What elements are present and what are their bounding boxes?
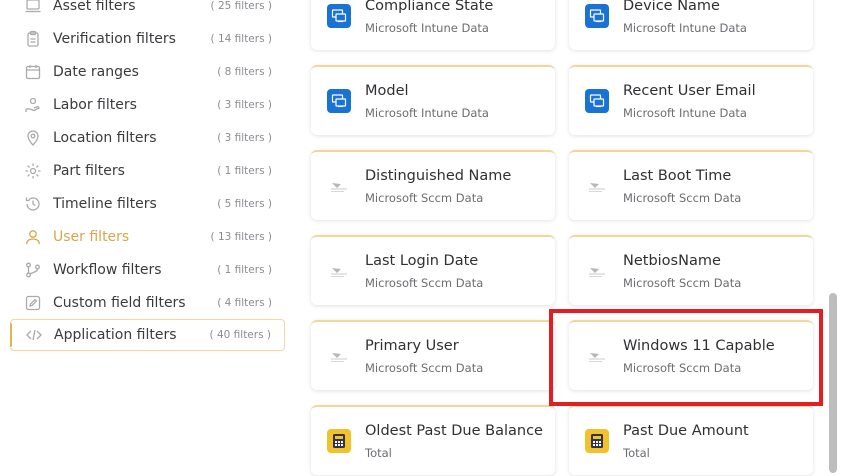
card-source: Total [365, 446, 392, 460]
card-title: Oldest Past Due Balance [365, 423, 543, 439]
sidebar-item-labor-filters[interactable]: Labor filters ( 3 filters ) [10, 89, 285, 121]
sccm-icon [327, 259, 351, 283]
location-pin-icon [24, 129, 42, 147]
edit-icon [24, 294, 42, 312]
filter-category-sidebar: Asset filters ( 25 filters ) Verificatio… [0, 0, 300, 476]
filter-card-last-boot-time[interactable]: Last Boot Time Microsoft Sccm Data [569, 150, 813, 220]
sidebar-item-asset-filters[interactable]: Asset filters ( 25 filters ) [10, 0, 285, 22]
card-title: Compliance State [365, 0, 494, 14]
filter-card-past-due-amount[interactable]: Past Due Amount Total [569, 405, 813, 475]
sidebar-item-label: User filters [53, 229, 130, 245]
sidebar-item-label: Part filters [53, 163, 125, 179]
card-source: Microsoft Sccm Data [365, 191, 484, 205]
sidebar-item-label: Workflow filters [53, 262, 162, 278]
sidebar-item-count: ( 13 filters ) [210, 231, 272, 243]
sidebar-item-timeline-filters[interactable]: Timeline filters ( 5 filters ) [10, 188, 285, 220]
filter-card-recent-user-email[interactable]: Recent User Email Microsoft Intune Data [569, 65, 813, 135]
calendar-icon [24, 63, 42, 81]
filter-card-compliance-state[interactable]: Compliance State Microsoft Intune Data [311, 0, 555, 50]
sidebar-item-count: ( 8 filters ) [217, 66, 272, 78]
sccm-icon [327, 344, 351, 368]
gear-icon [24, 162, 42, 180]
sidebar-item-count: ( 25 filters ) [210, 0, 272, 12]
sidebar-item-count: ( 5 filters ) [217, 198, 272, 210]
sidebar-item-location-filters[interactable]: Location filters ( 3 filters ) [10, 122, 285, 154]
sidebar-item-custom-field-filters[interactable]: Custom field filters ( 4 filters ) [10, 287, 285, 319]
card-title: Last Login Date [365, 253, 479, 269]
filter-card-model[interactable]: Model Microsoft Intune Data [311, 65, 555, 135]
card-source: Microsoft Sccm Data [365, 276, 484, 290]
history-icon [24, 195, 42, 213]
scrollbar-thumb[interactable] [829, 293, 837, 473]
filter-card-last-login-date[interactable]: Last Login Date Microsoft Sccm Data [311, 235, 555, 305]
sidebar-item-count: ( 4 filters ) [217, 297, 272, 309]
card-source: Microsoft Intune Data [365, 21, 489, 35]
sidebar-item-count: ( 1 filters ) [217, 264, 272, 276]
intune-icon [585, 4, 609, 28]
sccm-icon [327, 174, 351, 198]
card-source: Microsoft Sccm Data [365, 361, 484, 375]
sidebar-item-label: Date ranges [53, 64, 139, 80]
laptop-icon [24, 0, 42, 15]
sccm-icon [585, 174, 609, 198]
clipboard-icon [24, 30, 42, 48]
filter-card-device-name[interactable]: Device Name Microsoft Intune Data [569, 0, 813, 50]
card-title: Primary User [365, 338, 459, 354]
card-title: Last Boot Time [623, 168, 732, 184]
sidebar-item-count: ( 40 filters ) [209, 329, 271, 341]
card-source: Microsoft Sccm Data [623, 191, 742, 205]
calculator-icon [327, 429, 351, 453]
sidebar-item-label: Location filters [53, 130, 157, 146]
sidebar-item-count: ( 1 filters ) [217, 165, 272, 177]
sidebar-item-part-filters[interactable]: Part filters ( 1 filters ) [10, 155, 285, 187]
sidebar-item-label: Verification filters [53, 31, 176, 47]
card-title: Device Name [623, 0, 720, 14]
sidebar-item-label: Labor filters [53, 97, 137, 113]
sidebar-item-count: ( 14 filters ) [210, 33, 272, 45]
code-icon [25, 326, 43, 344]
card-source: Microsoft Sccm Data [623, 276, 742, 290]
intune-icon [327, 89, 351, 113]
card-title: Recent User Email [623, 83, 756, 99]
sidebar-item-label: Asset filters [53, 0, 136, 14]
card-source: Microsoft Intune Data [365, 106, 489, 120]
sidebar-item-user-filters[interactable]: User filters ( 13 filters ) [10, 221, 285, 253]
sidebar-item-workflow-filters[interactable]: Workflow filters ( 1 filters ) [10, 254, 285, 286]
filter-card-netbiosname[interactable]: NetbiosName Microsoft Sccm Data [569, 235, 813, 305]
sidebar-item-label: Application filters [54, 327, 177, 343]
card-source: Microsoft Intune Data [623, 21, 747, 35]
card-title: NetbiosName [623, 253, 721, 269]
sidebar-item-date-ranges[interactable]: Date ranges ( 8 filters ) [10, 56, 285, 88]
workflow-icon [24, 261, 42, 279]
sidebar-item-label: Custom field filters [53, 295, 186, 311]
intune-icon [585, 89, 609, 113]
calculator-icon [585, 429, 609, 453]
highlight-box [549, 309, 823, 406]
card-source: Total [623, 446, 650, 460]
sidebar-item-application-filters[interactable]: Application filters ( 40 filters ) [10, 319, 285, 351]
sidebar-item-count: ( 3 filters ) [217, 99, 272, 111]
filter-card-primary-user[interactable]: Primary User Microsoft Sccm Data [311, 320, 555, 390]
card-source: Microsoft Intune Data [623, 106, 747, 120]
card-title: Distinguished Name [365, 168, 512, 184]
sccm-icon [585, 259, 609, 283]
filter-card-distinguished-name[interactable]: Distinguished Name Microsoft Sccm Data [311, 150, 555, 220]
filter-card-oldest-past-due-balance[interactable]: Oldest Past Due Balance Total [311, 405, 555, 475]
sidebar-item-verification-filters[interactable]: Verification filters ( 14 filters ) [10, 23, 285, 55]
hand-icon [24, 96, 42, 114]
sidebar-item-label: Timeline filters [53, 196, 157, 212]
sidebar-item-count: ( 3 filters ) [217, 132, 272, 144]
user-icon [24, 228, 42, 246]
card-title: Model [365, 83, 409, 99]
card-title: Past Due Amount [623, 423, 749, 439]
intune-icon [327, 4, 351, 28]
